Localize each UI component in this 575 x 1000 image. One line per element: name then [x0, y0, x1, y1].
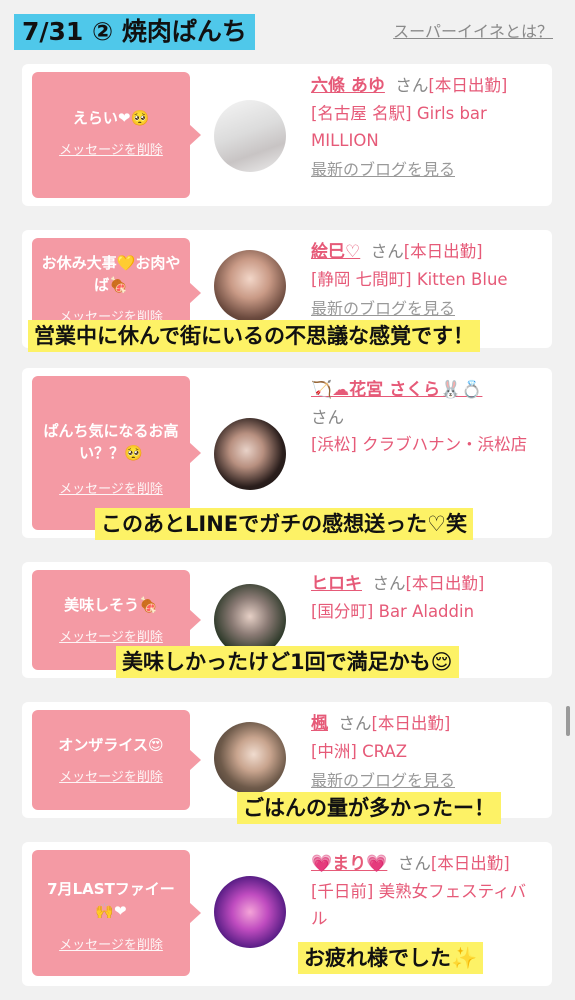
shop-label: [浜松] クラブハナン・浜松店 [311, 435, 528, 454]
shop-label: [中洲] CRAZ [311, 742, 408, 761]
cast-name-line: 楓 さん[本日出勤] [311, 710, 538, 738]
cast-info: ヒロキ さん[本日出勤] [国分町] Bar Aladdin [311, 570, 538, 625]
message-bubble: 7月LASTファイー🙌❤ メッセージを削除 [32, 850, 201, 976]
message-bubble: オンザライス😍 メッセージを削除 [32, 710, 201, 810]
message-text: えらい❤🥺 [72, 109, 150, 127]
cast-name-line: 💗まり💗 さん[本日出勤] [311, 850, 538, 878]
shop-label: [静岡 七間町] Kitten Blue [311, 270, 508, 289]
story-caption: このあとLINEでガチの感想送った♡笑 [95, 508, 473, 540]
avatar[interactable] [214, 722, 286, 794]
cast-info: 六條 あゆ さん[本日出勤] [名古屋 名駅] Girls bar MILLIO… [311, 72, 538, 183]
cast-name-link[interactable]: ヒロキ [311, 574, 362, 594]
story-caption: ごはんの量が多かったー！ [237, 792, 501, 824]
honorific: さん [311, 408, 344, 427]
status-badge: [本日出勤] [430, 854, 510, 873]
fan-card: えらい❤🥺 メッセージを削除 六條 あゆ さん[本日出勤] [名古屋 名駅] G… [22, 64, 552, 206]
avatar[interactable] [214, 876, 286, 948]
message-text: 美味しそう🍖 [64, 596, 158, 614]
honorific: さん [370, 242, 404, 261]
status-badge: [本日出勤] [428, 76, 508, 95]
status-badge: [本日出勤] [371, 714, 451, 733]
shop-label: [名古屋 名駅] Girls bar MILLION [311, 104, 487, 150]
page-title: 7/31 ② 焼肉ぱんち [14, 14, 255, 50]
avatar[interactable] [214, 418, 286, 490]
honorific: さん [338, 714, 372, 733]
cast-name-line: 絵巳♡ さん[本日出勤] [311, 238, 538, 266]
story-caption: お疲れ様でした✨ [298, 942, 484, 974]
shop-label: [国分町] Bar Aladdin [311, 602, 475, 621]
status-badge: [本日出勤] [405, 574, 485, 593]
message-text: 7月LASTファイー🙌❤ [47, 880, 175, 920]
cast-info: 🏹☁花宮 さくら🐰💍 さん [浜松] クラブハナン・浜松店 [311, 376, 538, 458]
super-like-help-link[interactable]: スーパーイイネとは？ [393, 18, 553, 42]
honorific: さん [395, 76, 429, 95]
cast-name-link[interactable]: 六條 あゆ [311, 76, 385, 96]
cast-info: 絵巳♡ さん[本日出勤] [静岡 七間町] Kitten Blue 最新のブログ… [311, 238, 538, 322]
delete-message-button[interactable]: メッセージを削除 [32, 478, 190, 497]
cast-info: 楓 さん[本日出勤] [中洲] CRAZ 最新のブログを見る [311, 710, 538, 794]
honorific: さん [372, 574, 406, 593]
delete-message-button[interactable]: メッセージを削除 [32, 766, 190, 785]
shop-label: [千日前] 美熟女フェスティバル [311, 882, 527, 928]
message-text: オンザライス😍 [58, 736, 164, 754]
story-caption: 営業中に休んで街にいるの不思議な感覚です！ [28, 320, 480, 352]
cast-name-link[interactable]: 🏹☁花宮 さくら🐰💍 [311, 380, 482, 400]
avatar[interactable] [214, 250, 286, 322]
cast-name-link[interactable]: 絵巳♡ [311, 242, 360, 262]
message-text: ぱんち気になるお高い？？🥺 [43, 422, 179, 462]
blog-link[interactable]: 最新のブログを見る [311, 156, 538, 183]
cast-name-line: 六條 あゆ さん[本日出勤] [311, 72, 538, 100]
cast-name-line-2: さん [311, 404, 538, 431]
cast-name-line: 🏹☁花宮 さくら🐰💍 [311, 376, 538, 404]
honorific: さん [397, 854, 431, 873]
cast-name-link[interactable]: 楓 [311, 714, 328, 734]
status-badge: [本日出勤] [403, 242, 483, 261]
delete-message-button[interactable]: メッセージを削除 [32, 139, 190, 158]
delete-message-button[interactable]: メッセージを削除 [32, 934, 190, 953]
blog-link[interactable]: 最新のブログを見る [311, 767, 538, 794]
cast-name-line: ヒロキ さん[本日出勤] [311, 570, 538, 598]
message-bubble: えらい❤🥺 メッセージを削除 [32, 72, 201, 198]
cast-info: 💗まり💗 さん[本日出勤] [千日前] 美熟女フェスティバル [311, 850, 538, 932]
blog-link[interactable]: 最新のブログを見る [311, 295, 538, 322]
message-bubble: ぱんち気になるお高い？？🥺 メッセージを削除 [32, 376, 201, 530]
delete-message-button[interactable]: メッセージを削除 [32, 626, 190, 645]
avatar[interactable] [214, 100, 286, 172]
scrollbar[interactable] [566, 706, 570, 736]
page-header: 7/31 ② 焼肉ぱんち スーパーイイネとは？ [0, 0, 575, 56]
story-caption: 美味しかったけど1回で満足かも😌 [116, 646, 459, 678]
message-text: お休み大事💛お肉やば🍖 [41, 254, 181, 294]
cast-name-link[interactable]: 💗まり💗 [311, 854, 387, 874]
